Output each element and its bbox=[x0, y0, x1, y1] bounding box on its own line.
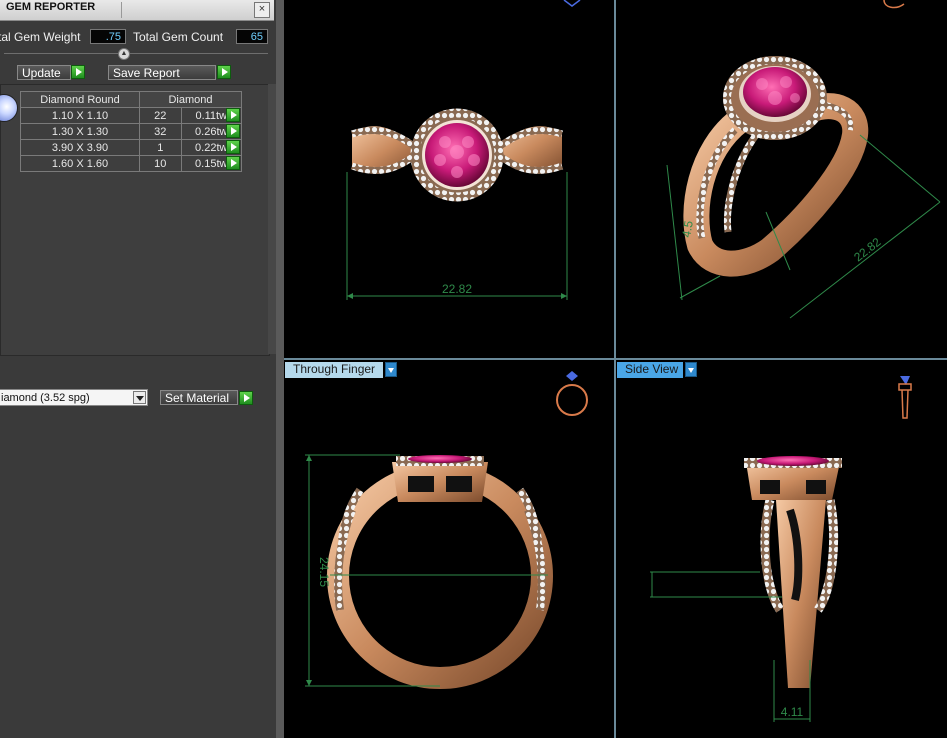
viewport-split-horizontal bbox=[284, 358, 947, 360]
camera-perspective-icon[interactable] bbox=[883, 0, 905, 9]
ring-side-icon[interactable] bbox=[898, 376, 912, 419]
chevron-down-icon[interactable] bbox=[385, 362, 397, 377]
chevron-down-icon[interactable] bbox=[685, 362, 697, 377]
tab-side-view-label: Side View bbox=[625, 362, 679, 376]
viewport-through-finger[interactable]: 24.15 bbox=[305, 371, 588, 689]
tab-through-finger-label: Through Finger bbox=[293, 362, 376, 376]
viewport-canvas[interactable]: 22.82 4.5 22.82 24.15 4.11 bbox=[0, 0, 947, 738]
viewport-perspective[interactable]: 4.5 22.82 bbox=[666, 0, 941, 319]
ring-front-icon[interactable] bbox=[556, 371, 588, 416]
tab-through-finger[interactable]: Through Finger bbox=[285, 362, 397, 378]
ring-band-front bbox=[327, 463, 553, 689]
camera-top-icon[interactable] bbox=[563, 0, 581, 7]
viewport-side[interactable]: 4.11 bbox=[650, 376, 912, 722]
ring-band-side bbox=[776, 500, 826, 688]
viewport-top[interactable]: 22.82 bbox=[346, 0, 581, 300]
dimension-height-label: 24.15 bbox=[317, 557, 331, 587]
tab-side-view[interactable]: Side View bbox=[617, 362, 697, 378]
dimension-thickness-label: 4.11 bbox=[781, 705, 804, 719]
dimension-height-label: 4.5 bbox=[679, 219, 696, 238]
dimension-width-label: 22.82 bbox=[442, 282, 472, 296]
viewport-split-vertical bbox=[614, 0, 616, 738]
